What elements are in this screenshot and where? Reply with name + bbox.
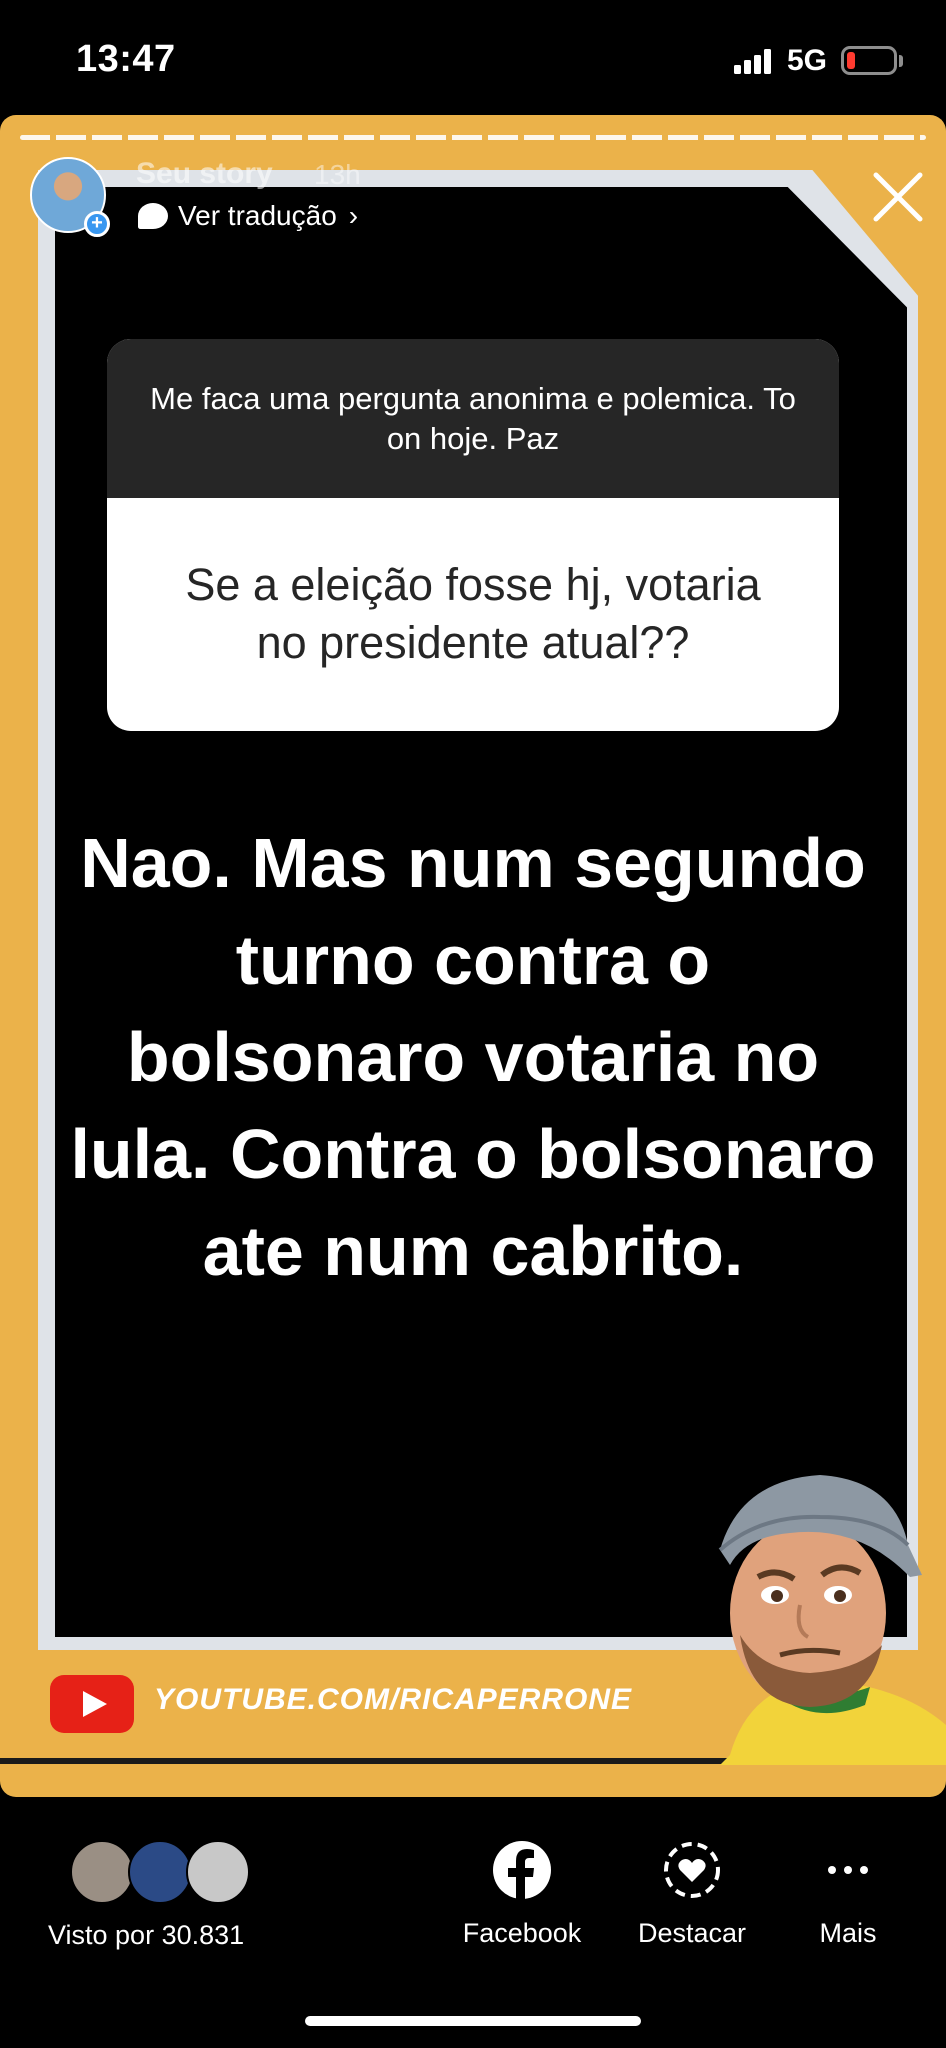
status-bar: 13:47 5G: [0, 0, 946, 115]
translate-label: Ver tradução: [178, 200, 337, 231]
status-time: 13:47: [76, 38, 176, 80]
battery-icon: [841, 46, 897, 75]
question-text: Se a eleição fosse hj, votaria no presid…: [185, 559, 761, 668]
highlight-button[interactable]: Destacar: [612, 1840, 772, 1949]
channel-url: YOUTUBE.COM/RICAPERRONE: [154, 1683, 633, 1716]
facebook-share-button[interactable]: Facebook: [442, 1840, 602, 1949]
story-viewer[interactable]: + Seu story 13h Ver tradução › Me faca u…: [0, 115, 946, 1797]
facebook-label: Facebook: [462, 1918, 582, 1948]
facebook-icon: [493, 1841, 551, 1900]
more-label: Mais: [819, 1918, 877, 1948]
question-sticker: Me faca uma pergunta anonima e polemica.…: [107, 339, 839, 731]
seen-by-label[interactable]: Visto por 30.831: [48, 1920, 244, 1951]
network-label: 5G: [787, 44, 828, 77]
story-time: 13h: [314, 159, 361, 190]
answer-text: Nao. Mas num segundo turno contra o bols…: [70, 824, 876, 1290]
battery-cap: [899, 55, 903, 67]
question-prompt: Me faca uma pergunta anonima e polemica.…: [107, 339, 839, 498]
highlight-label: Destacar: [637, 1918, 747, 1948]
speech-bubble-icon: [138, 203, 168, 229]
home-indicator[interactable]: [305, 2016, 641, 2026]
chevron-right-icon: ›: [348, 200, 359, 231]
add-story-icon[interactable]: +: [84, 211, 110, 237]
story-header: + Seu story 13h Ver tradução ›: [30, 157, 910, 247]
caricature-illustration: [718, 1475, 946, 1765]
viewers-avatars[interactable]: [70, 1840, 250, 1904]
highlight-icon: [664, 1842, 720, 1898]
story-progress-bar: [20, 135, 926, 140]
signal-icon: [734, 48, 774, 74]
youtube-icon: [50, 1675, 134, 1733]
more-icon: [828, 1866, 868, 1874]
more-button[interactable]: Mais: [768, 1840, 928, 1949]
story-username[interactable]: Seu story: [136, 157, 273, 191]
translate-button[interactable]: Ver tradução ›: [138, 200, 358, 232]
close-icon[interactable]: [868, 167, 928, 227]
